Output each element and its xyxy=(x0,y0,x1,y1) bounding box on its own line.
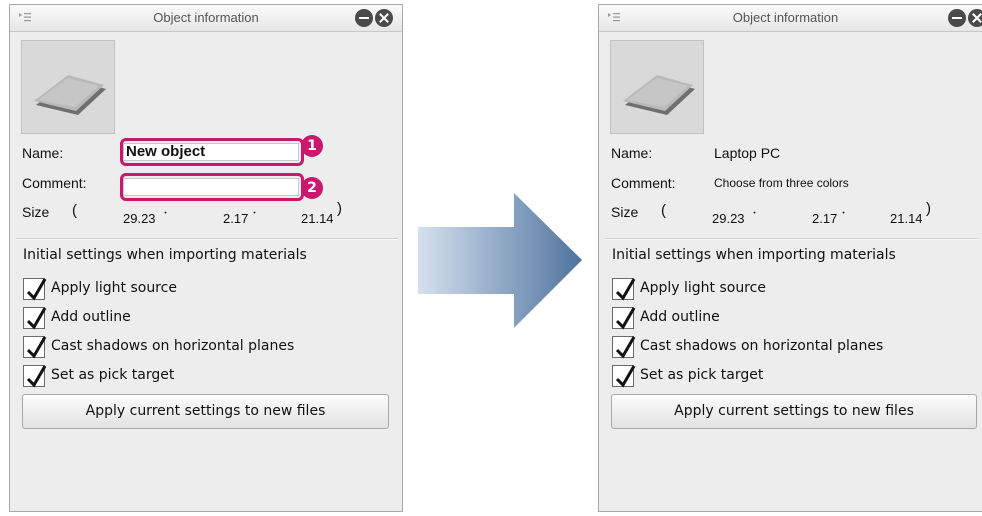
close-icon[interactable] xyxy=(968,9,982,27)
size-x-value: 29.23 xyxy=(712,211,745,226)
right-arrow-icon xyxy=(418,193,582,328)
checkbox-label: Add outline xyxy=(51,309,131,325)
size-label: Size xyxy=(22,204,50,220)
minimize-icon[interactable] xyxy=(948,9,966,27)
checkbox[interactable] xyxy=(23,365,47,388)
window-controls xyxy=(948,9,982,27)
checkbox-label: Apply light source xyxy=(51,280,177,296)
checkbox[interactable] xyxy=(612,365,636,388)
checkbox[interactable] xyxy=(23,278,47,301)
checkbox-label: Cast shadows on horizontal planes xyxy=(51,338,295,354)
size-close-paren: ) xyxy=(926,200,931,217)
object-info-panel-before: Object information Name: New object 1 Co… xyxy=(9,4,403,512)
callout-badge-2: 2 xyxy=(301,177,323,199)
comment-label: Comment: xyxy=(611,175,676,191)
size-separator: ・ xyxy=(161,209,171,219)
apply-settings-button[interactable]: Apply current settings to new files xyxy=(22,394,389,429)
name-field-highlight xyxy=(120,138,304,166)
callout-badge-1: 1 xyxy=(301,135,323,157)
object-thumbnail xyxy=(610,40,704,134)
size-z-value: 21.14 xyxy=(890,211,923,226)
checkbox-label: Set as pick target xyxy=(51,367,175,383)
checkmark-icon xyxy=(26,307,47,330)
name-label: Name: xyxy=(22,145,64,161)
size-y-value: 2.17 xyxy=(223,211,249,226)
size-open-paren: ( xyxy=(661,202,666,219)
comment-value[interactable]: Choose from three colors xyxy=(714,176,849,190)
close-icon[interactable] xyxy=(375,9,393,27)
checkbox-label: Set as pick target xyxy=(640,367,764,383)
checkbox[interactable] xyxy=(23,336,47,359)
panel-title: Object information xyxy=(732,10,839,25)
checkbox-label: Cast shadows on horizontal planes xyxy=(640,338,884,354)
checkbox-label: Apply light source xyxy=(640,280,766,296)
checkbox[interactable] xyxy=(612,336,636,359)
checkmark-icon xyxy=(615,307,636,330)
checkbox[interactable] xyxy=(612,278,636,301)
window-controls xyxy=(355,9,395,27)
panel-title: Object information xyxy=(153,10,259,25)
section-divider xyxy=(605,238,978,240)
object-info-panel-after: Object information Name: Laptop PC Comme… xyxy=(598,4,982,512)
name-label: Name: xyxy=(611,145,653,161)
size-separator: ・ xyxy=(250,209,260,219)
panel-titlebar[interactable]: Object information xyxy=(599,5,982,32)
checkmark-icon xyxy=(26,336,47,359)
checkbox[interactable] xyxy=(612,307,636,330)
laptop-thumbnail-icon xyxy=(34,75,106,115)
comment-field-highlight xyxy=(120,173,304,201)
section-divider xyxy=(16,238,398,240)
import-settings-heading: Initial settings when importing material… xyxy=(612,247,896,263)
minimize-icon[interactable] xyxy=(355,9,373,27)
size-y-value: 2.17 xyxy=(812,211,838,226)
name-value[interactable]: Laptop PC xyxy=(714,145,780,161)
checkmark-icon xyxy=(615,365,636,388)
size-label: Size xyxy=(611,204,639,220)
size-x-value: 29.23 xyxy=(123,211,156,226)
size-open-paren: ( xyxy=(72,202,77,219)
checkbox-label: Add outline xyxy=(640,309,720,325)
import-settings-heading: Initial settings when importing material… xyxy=(23,247,307,263)
size-close-paren: ) xyxy=(337,200,342,217)
comment-label: Comment: xyxy=(22,175,87,191)
apply-settings-button[interactable]: Apply current settings to new files xyxy=(611,394,977,429)
checkmark-icon xyxy=(26,278,47,301)
size-separator: ・ xyxy=(750,209,760,219)
object-thumbnail xyxy=(21,40,115,134)
checkmark-icon xyxy=(26,365,47,388)
laptop-thumbnail-icon xyxy=(623,75,695,115)
size-z-value: 21.14 xyxy=(301,211,334,226)
panel-titlebar[interactable]: Object information xyxy=(10,5,402,32)
checkmark-icon xyxy=(615,278,636,301)
size-separator: ・ xyxy=(839,209,849,219)
checkbox[interactable] xyxy=(23,307,47,330)
checkmark-icon xyxy=(615,336,636,359)
